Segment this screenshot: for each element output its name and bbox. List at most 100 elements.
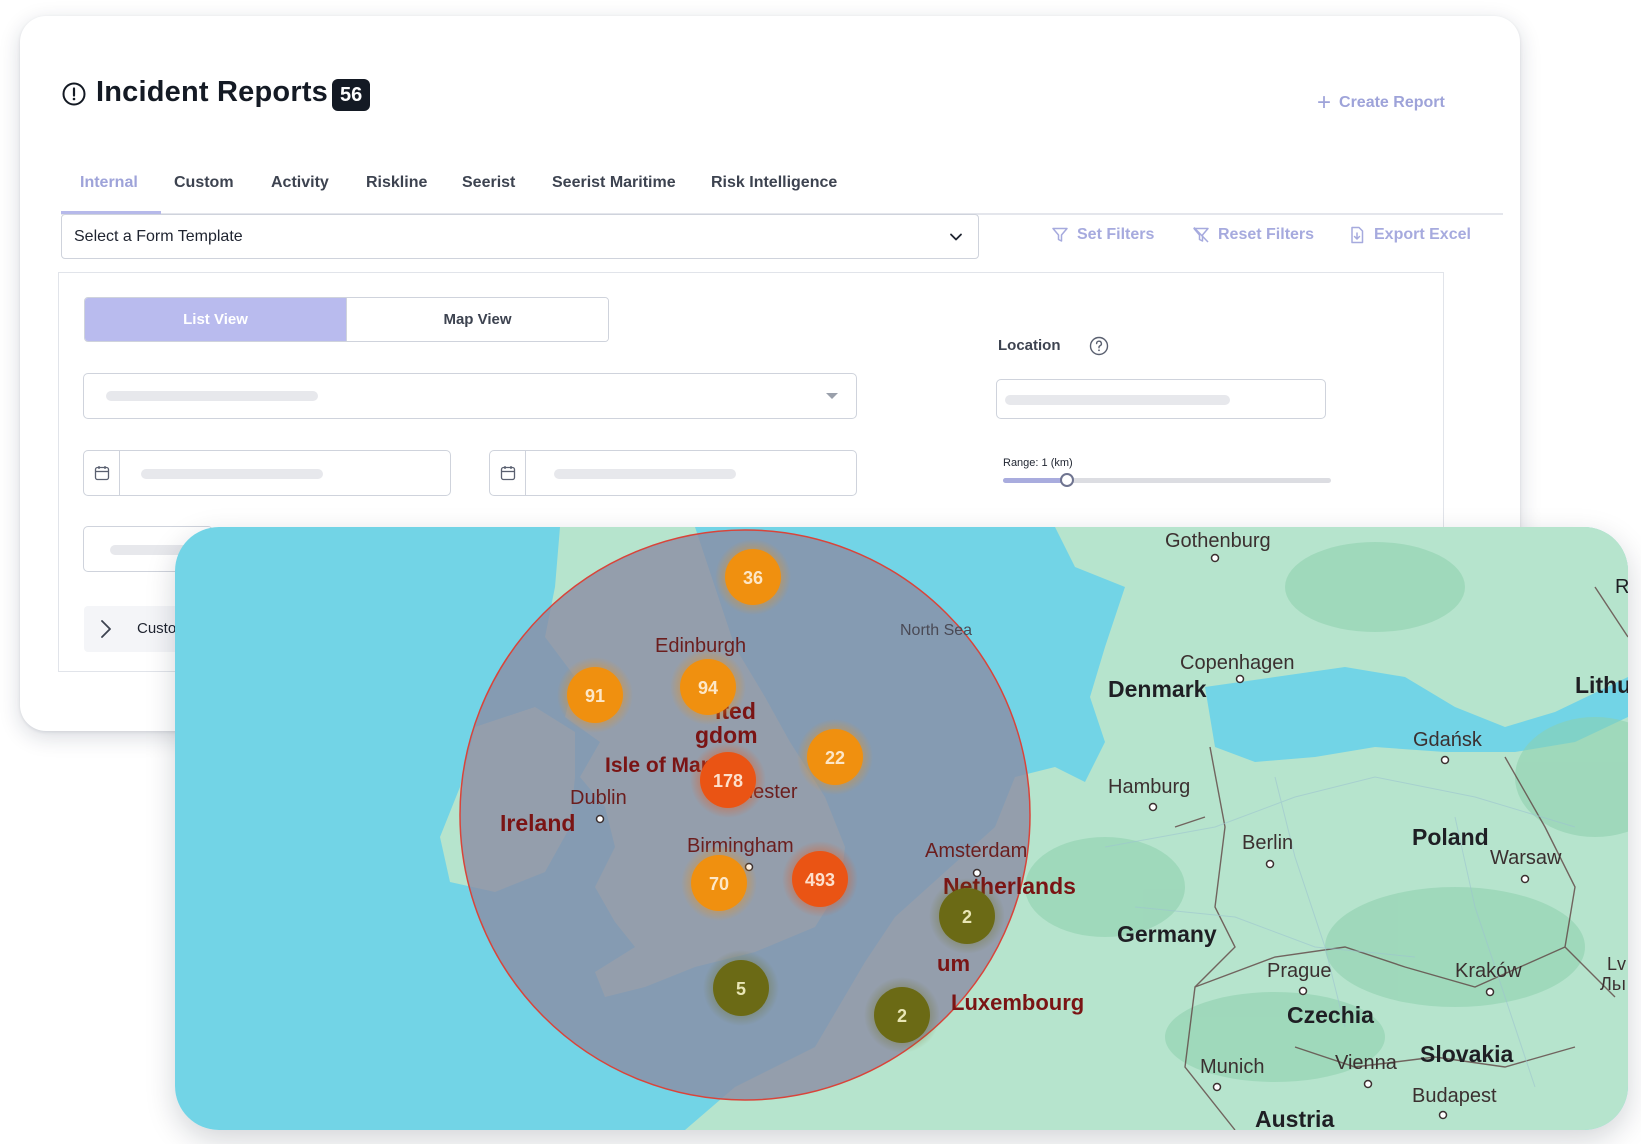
cluster-marker[interactable]: 36	[715, 539, 791, 615]
cluster-marker[interactable]: 94	[670, 649, 746, 725]
city-marker	[1520, 874, 1530, 884]
location-input[interactable]	[996, 379, 1326, 419]
map-label-austria: Austria	[1255, 1106, 1334, 1130]
map-label-czechia: Czechia	[1287, 1002, 1374, 1028]
location-label: Location	[998, 337, 1061, 354]
cluster-count: 178	[713, 771, 743, 791]
map-label-luxembourg: Luxembourg	[951, 990, 1084, 1015]
map-view-toggle[interactable]: Map View	[346, 298, 608, 341]
end-date-field[interactable]	[489, 450, 857, 496]
city-marker	[1148, 802, 1158, 812]
tab-custom[interactable]: Custom	[174, 174, 234, 192]
tab-seerist[interactable]: Seerist	[462, 174, 515, 192]
cluster-count: 94	[698, 678, 718, 698]
page-title: Incident Reports	[96, 76, 328, 108]
filter-icon	[1052, 227, 1068, 242]
city-marker	[1438, 1110, 1448, 1120]
loading-placeholder	[1005, 395, 1230, 405]
map-label-riga: Ri	[1615, 576, 1628, 598]
category-select[interactable]	[83, 373, 857, 419]
map-label-lithuania: Lithu	[1575, 672, 1628, 698]
map-label-ireland: Ireland	[500, 810, 575, 836]
cluster-marker[interactable]: 2	[864, 977, 940, 1053]
form-template-select[interactable]: Select a Form Template	[61, 214, 979, 259]
create-report-label: Create Report	[1339, 94, 1445, 111]
calendar-icon	[94, 466, 109, 481]
custom-section-label: Custo	[137, 620, 177, 637]
tab-riskline[interactable]: Riskline	[366, 174, 427, 192]
city-marker	[595, 814, 605, 824]
alert-circle-icon	[62, 82, 86, 106]
cluster-marker[interactable]: 22	[797, 719, 873, 795]
incident-map[interactable]: Gothenburg North Sea Edinburgh Copenhage…	[175, 527, 1628, 1130]
map-label-gothenburg: Gothenburg	[1165, 530, 1271, 552]
chevron-right-icon	[101, 620, 111, 638]
loading-placeholder	[141, 469, 323, 479]
export-excel-button[interactable]: Export Excel	[1348, 226, 1471, 244]
form-template-value: Select a Form Template	[74, 227, 243, 245]
start-date-icon-cell	[84, 451, 120, 495]
map-label-munich: Munich	[1200, 1056, 1264, 1078]
map-label-prague: Prague	[1267, 960, 1332, 982]
calendar-icon	[500, 466, 515, 481]
tab-activity[interactable]: Activity	[271, 174, 329, 192]
city-marker	[1440, 755, 1450, 765]
start-date-field[interactable]	[83, 450, 451, 496]
create-report-button[interactable]: + Create Report	[1317, 89, 1445, 116]
map-label-budapest: Budapest	[1412, 1085, 1497, 1107]
city-marker	[1485, 987, 1495, 997]
file-download-icon	[1351, 226, 1364, 244]
cluster-count: 70	[709, 874, 729, 894]
filter-off-icon	[1193, 226, 1209, 243]
cluster-marker[interactable]: 70	[681, 845, 757, 921]
city-marker	[1212, 1082, 1222, 1092]
chevron-down-icon	[950, 233, 962, 241]
report-count-badge: 56	[332, 79, 371, 111]
map-label-hamburg: Hamburg	[1108, 776, 1190, 798]
map-label-lviv-1: Lv	[1607, 954, 1626, 974]
range-label: Range: 1 (km)	[1003, 457, 1073, 469]
map-label-north-sea: North Sea	[900, 622, 972, 639]
reset-filters-label: Reset Filters	[1218, 226, 1315, 243]
map-label-denmark: Denmark	[1108, 676, 1207, 702]
tab-risk-intelligence[interactable]: Risk Intelligence	[711, 174, 837, 192]
cluster-count: 493	[805, 870, 835, 890]
reset-filters-button[interactable]: Reset Filters	[1192, 226, 1314, 244]
map-label-belgium: um	[937, 951, 970, 976]
map-label-vienna: Vienna	[1335, 1052, 1398, 1074]
caret-down-icon	[826, 393, 838, 399]
range-slider-fill	[1003, 478, 1066, 483]
map-label-lviv-2: Льı	[1600, 974, 1626, 994]
cluster-marker[interactable]: 178	[690, 742, 766, 818]
cluster-marker[interactable]: 493	[782, 841, 858, 917]
cluster-count: 2	[962, 907, 972, 927]
view-toggle: List View Map View	[84, 297, 609, 342]
loading-placeholder	[554, 469, 736, 479]
cluster-count: 91	[585, 686, 605, 706]
cluster-count: 2	[897, 1006, 907, 1026]
map-label-amsterdam: Amsterdam	[925, 840, 1027, 862]
plus-icon: +	[1317, 89, 1332, 116]
tab-seerist-maritime[interactable]: Seerist Maritime	[552, 174, 676, 192]
city-marker	[1235, 674, 1245, 684]
map-label-slovakia: Slovakia	[1420, 1041, 1514, 1067]
map-label-berlin: Berlin	[1242, 832, 1293, 854]
cluster-marker[interactable]: 2	[929, 878, 1005, 954]
map-label-germany: Germany	[1117, 921, 1217, 947]
tab-internal[interactable]: Internal	[80, 174, 138, 192]
help-circle-icon[interactable]	[1089, 336, 1109, 356]
cluster-marker[interactable]: 91	[557, 657, 633, 733]
set-filters-button[interactable]: Set Filters	[1051, 226, 1154, 244]
export-excel-label: Export Excel	[1374, 226, 1471, 243]
list-view-toggle[interactable]: List View	[85, 298, 346, 341]
cluster-count: 22	[825, 748, 845, 768]
cluster-marker[interactable]: 5	[703, 950, 779, 1026]
map-label-warsaw: Warsaw	[1490, 847, 1562, 869]
range-slider-thumb[interactable]	[1060, 473, 1074, 487]
map-label-dublin: Dublin	[570, 787, 627, 809]
map-label-krakow: Kraków	[1455, 960, 1522, 982]
map-label-poland: Poland	[1412, 824, 1489, 850]
city-marker	[1210, 553, 1220, 563]
loading-placeholder	[106, 391, 318, 401]
city-marker	[1265, 859, 1275, 869]
